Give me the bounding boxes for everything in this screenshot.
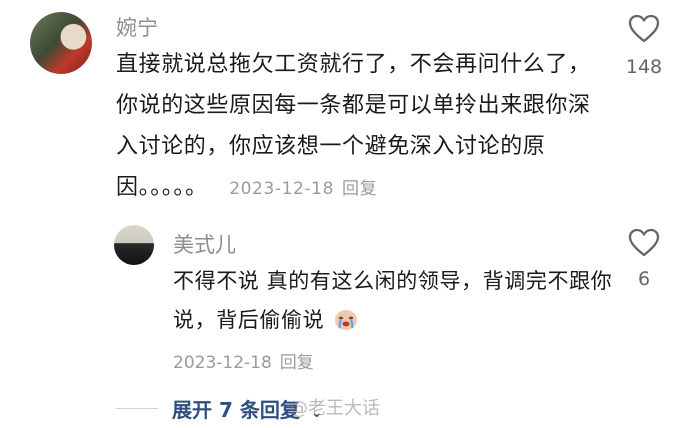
comment-reply-button[interactable]: 回复 (342, 179, 377, 199)
watermark: @老王大话 (290, 398, 380, 419)
crying-face-icon (335, 310, 358, 330)
heart-outline-icon (628, 228, 660, 257)
heart-outline-icon (628, 14, 660, 43)
comment-meta: 2023-12-18 回复 (229, 179, 377, 199)
reply-text: 不得不说 真的有这么闲的领导，背调完不跟你说，背后偷偷说 (173, 262, 623, 340)
reply-date: 2023-12-18 (173, 353, 272, 373)
expand-replies-label: 展开 7 条回复 (172, 398, 300, 422)
reply-text-content: 不得不说 真的有这么闲的领导，背调完不跟你说，背后偷偷说 (173, 269, 613, 332)
reply-avatar[interactable] (114, 225, 154, 265)
expand-divider (116, 408, 158, 409)
comment-avatar[interactable] (30, 12, 92, 74)
comment-username[interactable]: 婉宁 (116, 12, 158, 42)
comment-text: 直接就说总拖欠工资就行了，不会再问什么了，你说的这些原因每一条都是可以单拎出来跟… (116, 44, 602, 210)
reply-like-count: 6 (637, 268, 651, 290)
reply-username[interactable]: 美式儿 (173, 229, 236, 259)
reply-reply-button[interactable]: 回复 (280, 353, 314, 373)
comment-like-button[interactable] (628, 14, 660, 44)
reply-meta: 2023-12-18 回复 (173, 348, 314, 373)
reply-like-button[interactable] (628, 228, 660, 258)
comment-text-content: 直接就说总拖欠工资就行了，不会再问什么了，你说的这些原因每一条都是可以单拎出来跟… (116, 52, 591, 200)
comment-like-count: 148 (625, 56, 663, 78)
comment-date: 2023-12-18 (229, 179, 334, 199)
